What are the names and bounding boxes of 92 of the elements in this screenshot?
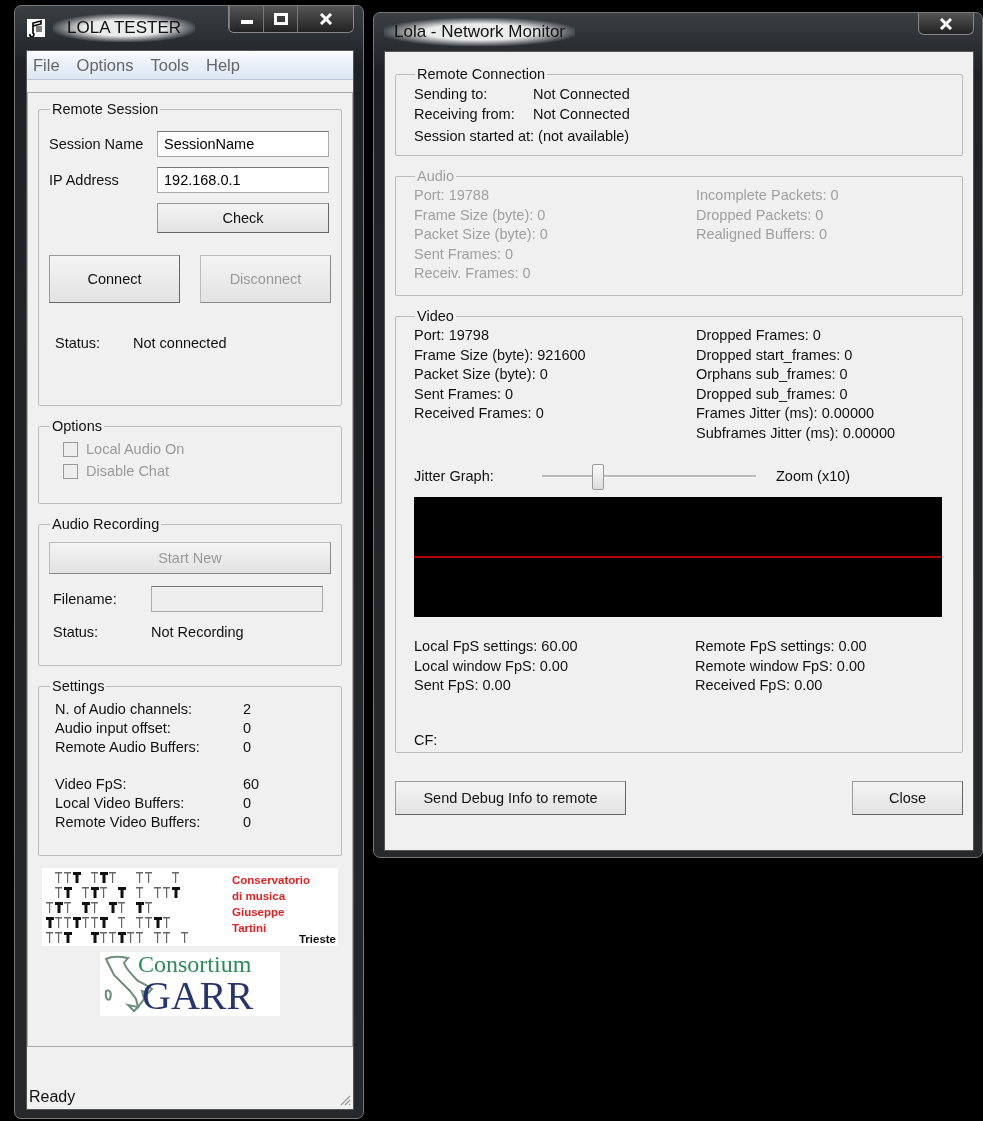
group-title: Audio <box>416 168 456 184</box>
close-icon <box>939 17 953 30</box>
status-text: Ready <box>29 1088 76 1106</box>
setting-value: 60 <box>243 775 261 794</box>
stat-text: Local window FpS: 0.00 <box>414 656 569 676</box>
menu-item[interactable]: File <box>27 55 66 75</box>
group-title: Video <box>416 308 455 324</box>
setting-value: 2 <box>243 700 253 719</box>
stat-text: Port: 19788 <box>414 186 490 205</box>
close-button[interactable] <box>918 13 974 35</box>
logo-text: di musica <box>232 889 287 904</box>
stat-text: Sent Frames: 0 <box>414 384 515 404</box>
input-field[interactable]: 192.168.0.1 <box>157 167 329 193</box>
logo-text: Giuseppe <box>232 905 286 920</box>
stat-text: Incomplete Packets: 0 <box>696 186 840 205</box>
window-title: LOLA TESTER <box>53 14 195 42</box>
setting-label: N. of Audio channels: <box>55 700 194 719</box>
slider-thumb[interactable] <box>591 464 604 490</box>
setting-label: Audio input offset: <box>55 719 172 738</box>
stat-text: Remote FpS settings: 0.00 <box>695 637 868 656</box>
stat-text: Received FpS: 0.00 <box>695 676 824 695</box>
stat-text: Orphans sub_frames: 0 <box>696 365 849 384</box>
status-label: Status: <box>55 335 102 351</box>
stat-text: Port: 19798 <box>414 326 490 345</box>
close-icon <box>318 13 333 25</box>
minimize-button[interactable] <box>229 6 263 32</box>
status-value: Not Recording <box>151 624 244 640</box>
group-title: Audio Recording <box>51 516 161 532</box>
stat-text: Dropped Packets: 0 <box>696 205 825 225</box>
stat-text: Dropped start_frames: 0 <box>696 345 854 365</box>
group-title: Remote Connection <box>416 66 547 82</box>
logo-text: Consortium <box>138 952 253 976</box>
slider-reading: Zoom (x10) <box>776 468 851 484</box>
window-title: Lola - Network Monitor <box>384 18 575 46</box>
menu-item[interactable]: Options <box>70 55 140 75</box>
setting-label: Remote Audio Buffers: <box>55 738 201 757</box>
stat-text: Sent FpS: 0.00 <box>414 676 512 695</box>
setting-value: 0 <box>243 719 253 738</box>
stat-text: Frames Jitter (ms): 0.00000 <box>696 404 876 423</box>
info-label: Receiving from: <box>414 105 516 124</box>
music-note-icon <box>27 19 45 37</box>
dialog-button[interactable]: Send Debug Info to remote <box>395 781 626 815</box>
stat-text: Frame Size (byte): 0 <box>414 205 547 225</box>
checkbox-label: Local Audio On <box>86 441 185 457</box>
stat-text: Realigned Buffers: 0 <box>696 225 829 244</box>
session-info: Session started at: (not available) <box>414 128 631 144</box>
setting-value: 0 <box>243 738 253 757</box>
setting-label: Local Video Buffers: <box>55 794 186 813</box>
stat-text: Receiv. Frames: 0 <box>414 264 532 283</box>
info-value: Not Connected <box>533 85 630 104</box>
field-label: IP Address <box>49 172 120 188</box>
stat-text: Received Frames: 0 <box>414 404 545 423</box>
logo-text: GARR <box>142 976 254 1016</box>
stat-text: Dropped Frames: 0 <box>696 326 822 345</box>
check-button[interactable]: Check <box>157 203 329 233</box>
status-label: Status: <box>53 624 100 640</box>
resize-grip-icon[interactable] <box>339 1094 351 1106</box>
group-title: Settings <box>51 678 106 694</box>
logo-text: Tartini <box>232 921 268 936</box>
logo-text: Conservatorio <box>232 873 310 888</box>
stat-text: Dropped sub_frames: 0 <box>696 384 849 404</box>
connection-button[interactable]: Connect <box>49 255 180 303</box>
logo-text: Trieste <box>298 933 336 945</box>
dialog-button[interactable]: Close <box>852 781 963 815</box>
stat-text: Packet Size (byte): 0 <box>414 365 549 384</box>
menu-item[interactable]: Help <box>200 55 246 75</box>
stat-text: Sent Frames: 0 <box>414 244 515 264</box>
input-field[interactable]: SessionName <box>157 131 329 157</box>
setting-label: Remote Video Buffers: <box>55 813 202 832</box>
stat-text: Subframes Jitter (ms): 0.00000 <box>696 423 897 443</box>
checkbox-label: Disable Chat <box>86 463 169 479</box>
cf-label: CF: <box>414 731 439 748</box>
maximize-button[interactable] <box>263 6 297 32</box>
setting-label: Video FpS: <box>55 775 128 794</box>
info-label: Sending to: <box>414 85 489 104</box>
field-label: Session Name <box>49 136 145 152</box>
status-value: Not connected <box>133 335 227 351</box>
info-value: Not Connected <box>533 105 630 124</box>
group-title: Remote Session <box>51 101 160 117</box>
slider-label: Jitter Graph: <box>414 468 495 484</box>
group-title: Options <box>51 418 103 434</box>
setting-value: 0 <box>243 813 253 832</box>
menu-item[interactable]: Tools <box>144 55 195 75</box>
close-button[interactable] <box>297 6 353 32</box>
stat-text: Packet Size (byte): 0 <box>414 225 549 244</box>
zoom-slider[interactable] <box>542 461 756 491</box>
stat-text: Frame Size (byte): 921600 <box>414 345 587 365</box>
setting-value: 0 <box>243 794 253 813</box>
stat-text: Remote window FpS: 0.00 <box>695 656 867 676</box>
filename-label: Filename: <box>53 591 118 607</box>
maximize-icon <box>273 13 288 25</box>
stat-text: Local FpS settings: 60.00 <box>414 637 579 656</box>
